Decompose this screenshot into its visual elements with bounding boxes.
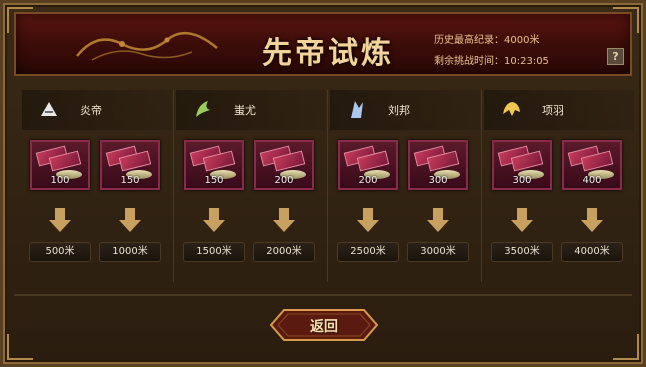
- distance-label: 3000米: [407, 242, 469, 262]
- arrow-down-icon: [357, 208, 379, 232]
- reward-card[interactable]: 400: [562, 140, 622, 190]
- back-button[interactable]: 返回: [270, 309, 378, 341]
- back-button-label: 返回: [310, 319, 338, 335]
- frame-corner: [7, 334, 33, 360]
- reward-card[interactable]: 300: [408, 140, 468, 190]
- arrow-down-icon: [119, 208, 141, 232]
- reward-card[interactable]: 100: [30, 140, 90, 190]
- stage-panel-4: 项羽 300 400 3500米 4000米: [484, 90, 636, 282]
- window-title: 先帝试炼: [262, 36, 394, 71]
- hero-name: 项羽: [542, 104, 564, 117]
- reward-value: 200: [274, 175, 294, 186]
- stage-header: 项羽: [484, 90, 634, 130]
- frame-corner: [613, 334, 639, 360]
- distance-label: 3500米: [491, 242, 553, 262]
- reward-card[interactable]: 200: [254, 140, 314, 190]
- reward-value: 100: [50, 175, 70, 186]
- reward-card[interactable]: 150: [100, 140, 160, 190]
- best-record-label: 历史最高纪录：: [434, 35, 504, 46]
- best-record-value: 4000米: [504, 35, 540, 46]
- distance-label: 1000米: [99, 242, 161, 262]
- arrow-down-icon: [273, 208, 295, 232]
- arrow-down-icon: [203, 208, 225, 232]
- stage-panel-2: 蚩尤 150 200 1500米 2000米: [176, 90, 328, 282]
- remaining-time: 剩余挑战时间：10:23:05: [434, 52, 549, 67]
- stage-header: 蚩尤: [176, 90, 326, 130]
- reward-card[interactable]: 150: [184, 140, 244, 190]
- reward-value: 200: [358, 175, 378, 186]
- arrow-down-icon: [511, 208, 533, 232]
- hero-name: 炎帝: [80, 104, 102, 117]
- distance-label: 4000米: [561, 242, 623, 262]
- green-hero-icon: [196, 101, 210, 117]
- remaining-time-value: 10:23:05: [504, 56, 549, 67]
- reward-value: 150: [120, 175, 140, 186]
- blue-hero-icon: [351, 101, 363, 118]
- hero-name: 蚩尤: [234, 104, 256, 117]
- remaining-time-label: 剩余挑战时间：: [434, 56, 504, 67]
- help-button[interactable]: ?: [607, 48, 624, 65]
- white-hero-icon: [41, 102, 57, 116]
- stage-panel-3: 刘邦 200 300 2500米 3000米: [330, 90, 482, 282]
- reward-value: 300: [512, 175, 532, 186]
- reward-value: 400: [582, 175, 602, 186]
- stage-header: 刘邦: [330, 90, 480, 130]
- distance-label: 2500米: [337, 242, 399, 262]
- arrow-down-icon: [427, 208, 449, 232]
- reward-value: 300: [428, 175, 448, 186]
- hero-name: 刘邦: [388, 104, 410, 117]
- reward-card[interactable]: 200: [338, 140, 398, 190]
- divider: [14, 294, 632, 296]
- stage-panel-1: 炎帝 100 150 500米 1000米: [22, 90, 174, 282]
- reward-value: 150: [204, 175, 224, 186]
- distance-label: 2000米: [253, 242, 315, 262]
- reward-card[interactable]: 300: [492, 140, 552, 190]
- distance-label: 500米: [29, 242, 91, 262]
- arrow-down-icon: [49, 208, 71, 232]
- distance-label: 1500米: [183, 242, 245, 262]
- best-record: 历史最高纪录：4000米: [434, 31, 539, 46]
- arrow-down-icon: [581, 208, 603, 232]
- stage-header: 炎帝: [22, 90, 172, 130]
- gold-hero-icon: [503, 102, 520, 116]
- dragon-ornament-icon: [76, 31, 218, 61]
